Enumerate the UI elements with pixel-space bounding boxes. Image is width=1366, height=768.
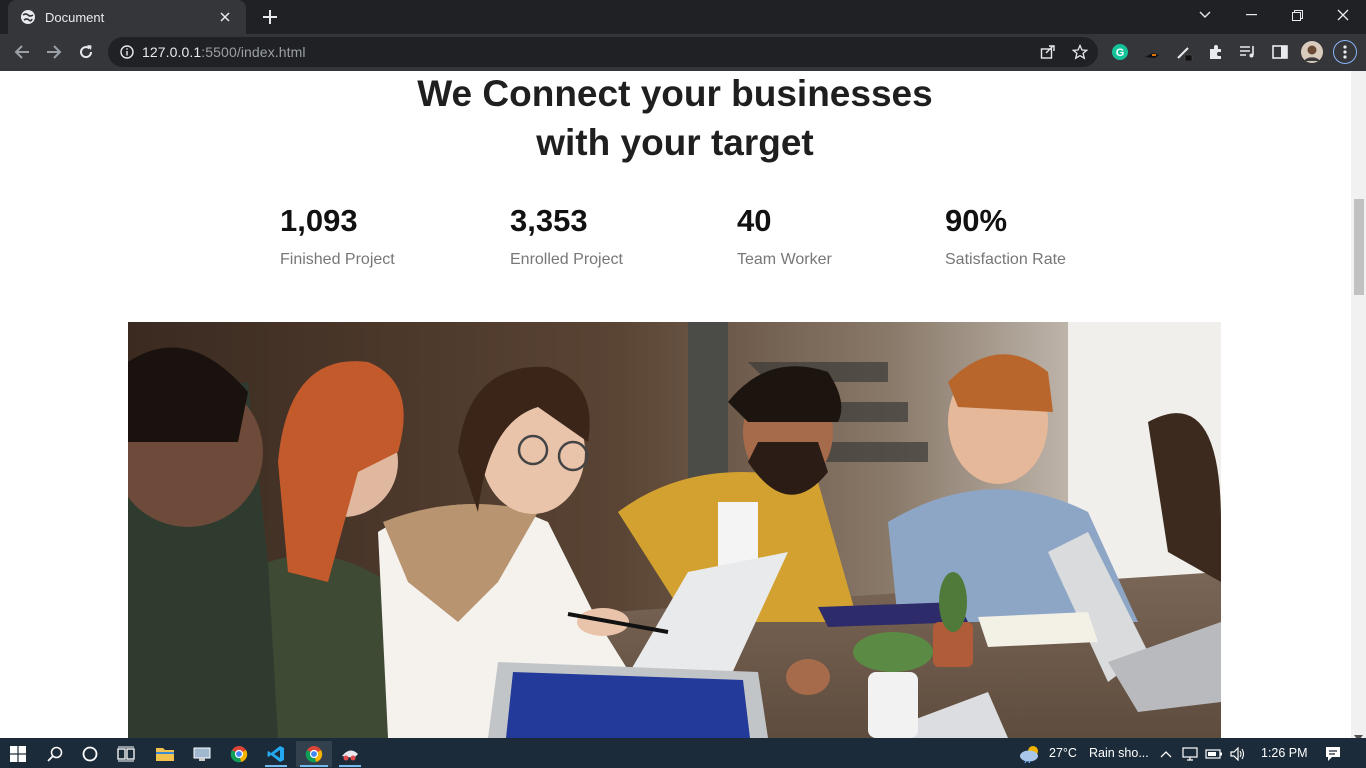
stat-label: Finished Project (280, 251, 395, 268)
team-meeting-photo (128, 322, 1221, 738)
grammarly-icon[interactable]: G (1109, 41, 1131, 63)
back-button[interactable] (8, 38, 36, 66)
windows-taskbar: 27°C Rain sho... 1:26 PM (0, 738, 1366, 768)
stat-value: 90% (945, 203, 1008, 238)
url-text[interactable]: 127.0.0.1:5500/index.html (142, 44, 306, 60)
volume-icon[interactable] (1226, 741, 1250, 767)
stat-satisfaction-rate: 90% Satisfaction Rate (945, 199, 1066, 271)
info-icon[interactable] (120, 45, 134, 59)
globe-icon (20, 9, 36, 25)
stat-finished-project: 1,093 Finished Project (280, 199, 395, 271)
side-panel-icon[interactable] (1269, 41, 1291, 63)
page-viewport: We Connect your businesses with your tar… (0, 71, 1366, 738)
bookmark-star-icon[interactable] (1069, 41, 1091, 63)
task-view-icon[interactable] (111, 741, 141, 767)
section-headline: We Connect your businesses with your tar… (417, 73, 933, 163)
clock-time[interactable]: 1:26 PM (1261, 738, 1308, 768)
scroll-down-arrow-icon[interactable] (1354, 728, 1363, 738)
browser-titlebar: Document (0, 0, 1366, 34)
stat-value: 3,353 (510, 203, 588, 238)
show-hidden-icons-chevron-icon[interactable] (1153, 741, 1179, 767)
extensions-puzzle-icon[interactable] (1205, 41, 1227, 63)
close-tab-icon[interactable] (216, 8, 234, 26)
weather-description[interactable]: Rain sho... (1089, 738, 1149, 768)
file-explorer-icon[interactable] (150, 741, 180, 767)
address-bar[interactable]: 127.0.0.1:5500/index.html (108, 37, 1098, 67)
close-window-button[interactable] (1320, 0, 1366, 30)
pen-extension-icon[interactable] (1173, 41, 1195, 63)
weather-temperature[interactable]: 27°C (1049, 738, 1077, 768)
tab-search-icon[interactable] (1182, 0, 1228, 30)
windows-start-icon[interactable] (3, 741, 33, 767)
svg-text:G: G (1116, 47, 1125, 59)
network-icon[interactable] (1178, 741, 1202, 767)
snipping-tool-icon[interactable] (335, 741, 365, 767)
restore-button[interactable] (1274, 0, 1320, 30)
running-indicator (300, 765, 328, 767)
search-icon[interactable] (40, 741, 70, 767)
stat-label: Enrolled Project (510, 251, 623, 268)
stats-row: 1,093 Finished Project 3,353 Enrolled Pr… (0, 199, 1350, 279)
stat-label: Team Worker (737, 251, 832, 268)
network-app-icon[interactable] (187, 741, 217, 767)
minimize-button[interactable] (1228, 0, 1274, 30)
weather-cloud-icon[interactable] (1016, 741, 1046, 767)
new-tab-button[interactable] (258, 6, 282, 28)
reload-button[interactable] (72, 38, 100, 66)
browser-tab[interactable]: Document (8, 0, 246, 34)
stat-value: 40 (737, 203, 772, 238)
notifications-icon[interactable] (1318, 741, 1348, 767)
chrome-active-icon[interactable] (296, 741, 332, 767)
page-scrollbar[interactable] (1351, 71, 1366, 738)
chrome-icon[interactable] (224, 741, 254, 767)
tab-title: Document (45, 9, 105, 25)
extension-icon[interactable] (1141, 41, 1163, 63)
chrome-menu-icon[interactable] (1333, 40, 1357, 64)
stat-team-worker: 40 Team Worker (737, 199, 832, 271)
media-control-icon[interactable] (1237, 41, 1259, 63)
vscode-icon[interactable] (261, 741, 291, 767)
stat-value: 1,093 (280, 203, 358, 238)
share-icon[interactable] (1037, 41, 1059, 63)
cortana-icon[interactable] (75, 741, 105, 767)
stat-label: Satisfaction Rate (945, 251, 1066, 268)
profile-avatar[interactable] (1301, 41, 1323, 63)
battery-icon[interactable] (1202, 741, 1226, 767)
running-indicator (339, 765, 361, 767)
stat-enrolled-project: 3,353 Enrolled Project (510, 199, 623, 271)
scrollbar-thumb[interactable] (1354, 199, 1364, 295)
running-indicator (265, 765, 287, 767)
forward-button[interactable] (40, 38, 68, 66)
